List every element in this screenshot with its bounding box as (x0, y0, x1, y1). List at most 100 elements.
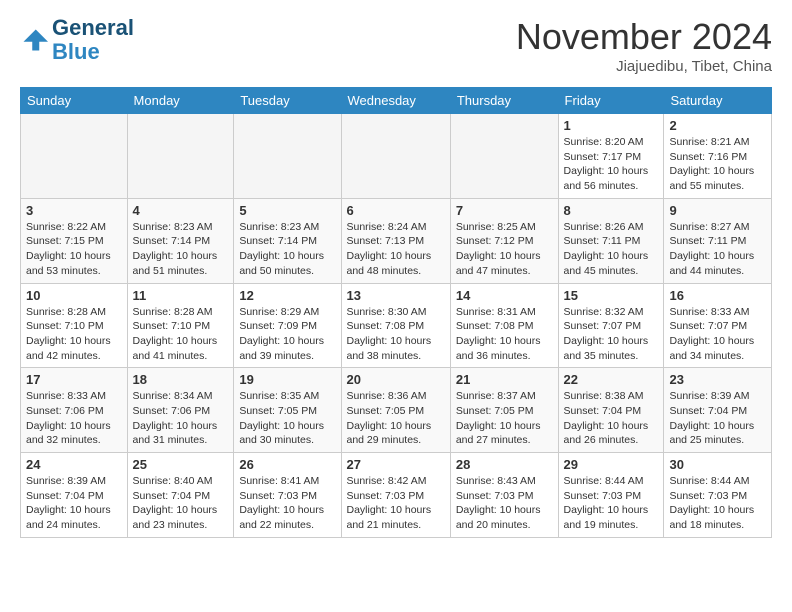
calendar-day-cell (21, 114, 128, 199)
day-number: 7 (456, 203, 553, 218)
weekday-header: Wednesday (341, 88, 450, 114)
calendar-day-cell: 1 Sunrise: 8:20 AM Sunset: 7:17 PM Daylig… (558, 114, 664, 199)
day-detail: Sunrise: 8:39 AM Sunset: 7:04 PM Dayligh… (26, 474, 122, 533)
day-number: 21 (456, 372, 553, 387)
weekday-header: Saturday (664, 88, 772, 114)
calendar-day-cell (234, 114, 341, 199)
calendar-day-cell (450, 114, 558, 199)
calendar-day-cell: 21 Sunrise: 8:37 AM Sunset: 7:05 PM Dayli… (450, 368, 558, 453)
calendar-day-cell: 26 Sunrise: 8:41 AM Sunset: 7:03 PM Dayli… (234, 453, 341, 538)
day-number: 4 (133, 203, 229, 218)
day-detail: Sunrise: 8:21 AM Sunset: 7:16 PM Dayligh… (669, 135, 766, 194)
weekday-header: Monday (127, 88, 234, 114)
day-number: 9 (669, 203, 766, 218)
day-detail: Sunrise: 8:27 AM Sunset: 7:11 PM Dayligh… (669, 220, 766, 279)
day-number: 8 (564, 203, 659, 218)
calendar-week-row: 10 Sunrise: 8:28 AM Sunset: 7:10 PM Dayli… (21, 283, 772, 368)
day-detail: Sunrise: 8:42 AM Sunset: 7:03 PM Dayligh… (347, 474, 445, 533)
calendar-day-cell: 17 Sunrise: 8:33 AM Sunset: 7:06 PM Dayli… (21, 368, 128, 453)
day-detail: Sunrise: 8:28 AM Sunset: 7:10 PM Dayligh… (133, 305, 229, 364)
day-detail: Sunrise: 8:41 AM Sunset: 7:03 PM Dayligh… (239, 474, 335, 533)
day-number: 5 (239, 203, 335, 218)
day-number: 10 (26, 288, 122, 303)
calendar-day-cell: 9 Sunrise: 8:27 AM Sunset: 7:11 PM Daylig… (664, 198, 772, 283)
calendar-day-cell (127, 114, 234, 199)
day-detail: Sunrise: 8:23 AM Sunset: 7:14 PM Dayligh… (133, 220, 229, 279)
day-number: 30 (669, 457, 766, 472)
calendar-day-cell: 20 Sunrise: 8:36 AM Sunset: 7:05 PM Dayli… (341, 368, 450, 453)
day-number: 22 (564, 372, 659, 387)
day-detail: Sunrise: 8:31 AM Sunset: 7:08 PM Dayligh… (456, 305, 553, 364)
calendar-day-cell: 13 Sunrise: 8:30 AM Sunset: 7:08 PM Dayli… (341, 283, 450, 368)
day-number: 29 (564, 457, 659, 472)
day-number: 25 (133, 457, 229, 472)
day-number: 13 (347, 288, 445, 303)
day-detail: Sunrise: 8:33 AM Sunset: 7:06 PM Dayligh… (26, 389, 122, 448)
calendar-day-cell: 23Sunrise: 8:39 AM Sunset: 7:04 PM Dayli… (664, 368, 772, 453)
day-detail: Sunrise: 8:28 AM Sunset: 7:10 PM Dayligh… (26, 305, 122, 364)
calendar-day-cell: 22 Sunrise: 8:38 AM Sunset: 7:04 PM Dayli… (558, 368, 664, 453)
day-number: 16 (669, 288, 766, 303)
calendar-day-cell: 3 Sunrise: 8:22 AM Sunset: 7:15 PM Daylig… (21, 198, 128, 283)
day-detail: Sunrise: 8:34 AM Sunset: 7:06 PM Dayligh… (133, 389, 229, 448)
calendar-day-cell: 8 Sunrise: 8:26 AM Sunset: 7:11 PM Daylig… (558, 198, 664, 283)
day-number: 15 (564, 288, 659, 303)
day-detail: Sunrise: 8:24 AM Sunset: 7:13 PM Dayligh… (347, 220, 445, 279)
day-number: 26 (239, 457, 335, 472)
calendar-day-cell (341, 114, 450, 199)
day-number: 28 (456, 457, 553, 472)
day-number: 3 (26, 203, 122, 218)
calendar-day-cell: 29 Sunrise: 8:44 AM Sunset: 7:03 PM Dayli… (558, 453, 664, 538)
day-detail: Sunrise: 8:40 AM Sunset: 7:04 PM Dayligh… (133, 474, 229, 533)
calendar-day-cell: 19 Sunrise: 8:35 AM Sunset: 7:05 PM Dayli… (234, 368, 341, 453)
calendar-day-cell: 16 Sunrise: 8:33 AM Sunset: 7:07 PM Dayli… (664, 283, 772, 368)
calendar-day-cell: 28 Sunrise: 8:43 AM Sunset: 7:03 PM Dayli… (450, 453, 558, 538)
calendar-day-cell: 14Sunrise: 8:31 AM Sunset: 7:08 PM Dayli… (450, 283, 558, 368)
day-number: 2 (669, 118, 766, 133)
logo-line1: General (52, 16, 134, 40)
calendar: SundayMondayTuesdayWednesdayThursdayFrid… (20, 87, 772, 538)
calendar-week-row: 17 Sunrise: 8:33 AM Sunset: 7:06 PM Dayli… (21, 368, 772, 453)
day-number: 1 (564, 118, 659, 133)
logo-icon (20, 26, 48, 54)
logo: General Blue (20, 16, 134, 64)
calendar-day-cell: 12Sunrise: 8:29 AM Sunset: 7:09 PM Dayli… (234, 283, 341, 368)
day-detail: Sunrise: 8:39 AM Sunset: 7:04 PM Dayligh… (669, 389, 766, 448)
day-number: 6 (347, 203, 445, 218)
day-number: 19 (239, 372, 335, 387)
day-detail: Sunrise: 8:38 AM Sunset: 7:04 PM Dayligh… (564, 389, 659, 448)
calendar-day-cell: 10 Sunrise: 8:28 AM Sunset: 7:10 PM Dayli… (21, 283, 128, 368)
weekday-header: Tuesday (234, 88, 341, 114)
day-detail: Sunrise: 8:36 AM Sunset: 7:05 PM Dayligh… (347, 389, 445, 448)
month-year: November 2024 (516, 16, 772, 58)
day-number: 11 (133, 288, 229, 303)
day-detail: Sunrise: 8:20 AM Sunset: 7:17 PM Dayligh… (564, 135, 659, 194)
calendar-day-cell: 4 Sunrise: 8:23 AM Sunset: 7:14 PM Daylig… (127, 198, 234, 283)
day-number: 24 (26, 457, 122, 472)
day-detail: Sunrise: 8:44 AM Sunset: 7:03 PM Dayligh… (564, 474, 659, 533)
day-detail: Sunrise: 8:26 AM Sunset: 7:11 PM Dayligh… (564, 220, 659, 279)
calendar-day-cell: 27Sunrise: 8:42 AM Sunset: 7:03 PM Dayli… (341, 453, 450, 538)
day-detail: Sunrise: 8:35 AM Sunset: 7:05 PM Dayligh… (239, 389, 335, 448)
logo-line2: Blue (52, 40, 134, 64)
day-detail: Sunrise: 8:29 AM Sunset: 7:09 PM Dayligh… (239, 305, 335, 364)
calendar-day-cell: 6 Sunrise: 8:24 AM Sunset: 7:13 PM Daylig… (341, 198, 450, 283)
calendar-day-cell: 18Sunrise: 8:34 AM Sunset: 7:06 PM Dayli… (127, 368, 234, 453)
day-detail: Sunrise: 8:25 AM Sunset: 7:12 PM Dayligh… (456, 220, 553, 279)
day-detail: Sunrise: 8:37 AM Sunset: 7:05 PM Dayligh… (456, 389, 553, 448)
calendar-day-cell: 11 Sunrise: 8:28 AM Sunset: 7:10 PM Dayli… (127, 283, 234, 368)
day-number: 17 (26, 372, 122, 387)
day-detail: Sunrise: 8:22 AM Sunset: 7:15 PM Dayligh… (26, 220, 122, 279)
calendar-day-cell: 15Sunrise: 8:32 AM Sunset: 7:07 PM Dayli… (558, 283, 664, 368)
header: General Blue November 2024 Jiajuedibu, T… (20, 16, 772, 75)
calendar-day-cell: 25 Sunrise: 8:40 AM Sunset: 7:04 PM Dayli… (127, 453, 234, 538)
day-detail: Sunrise: 8:30 AM Sunset: 7:08 PM Dayligh… (347, 305, 445, 364)
calendar-day-cell: 2 Sunrise: 8:21 AM Sunset: 7:16 PM Daylig… (664, 114, 772, 199)
day-detail: Sunrise: 8:43 AM Sunset: 7:03 PM Dayligh… (456, 474, 553, 533)
page: General Blue November 2024 Jiajuedibu, T… (0, 0, 792, 554)
title-block: November 2024 Jiajuedibu, Tibet, China (516, 16, 772, 75)
day-detail: Sunrise: 8:44 AM Sunset: 7:03 PM Dayligh… (669, 474, 766, 533)
day-number: 20 (347, 372, 445, 387)
day-detail: Sunrise: 8:33 AM Sunset: 7:07 PM Dayligh… (669, 305, 766, 364)
location: Jiajuedibu, Tibet, China (516, 58, 772, 75)
